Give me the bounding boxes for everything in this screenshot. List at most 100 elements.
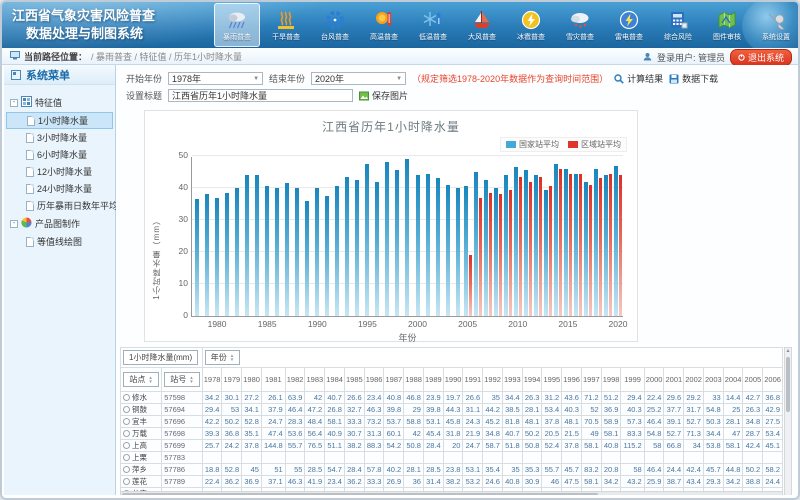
tree-group-0[interactable]: -特征值 <box>6 93 113 112</box>
chart-title-input[interactable] <box>168 89 353 102</box>
start-year-select[interactable]: 1978年▼ <box>168 72 263 85</box>
scroll-up-arrow[interactable]: ▲ <box>785 348 791 355</box>
vertical-scrollbar[interactable]: ▲ <box>784 347 792 495</box>
year-column-header[interactable]: 2005 <box>743 368 763 392</box>
year-column-header[interactable]: 1985 <box>344 368 364 392</box>
year-column-header[interactable]: 1988 <box>404 368 424 392</box>
logout-button[interactable]: 退出系统 <box>730 49 792 66</box>
bar-national <box>375 182 379 316</box>
station-radio[interactable] <box>123 466 130 473</box>
bar-regional <box>559 169 562 316</box>
sidebar-item-12小时降水量[interactable]: 12小时降水量 <box>6 163 113 180</box>
year-column-header[interactable]: 1987 <box>384 368 404 392</box>
nav-item-snow[interactable]: 雪灾普查 <box>557 3 603 47</box>
year-column-header[interactable]: 2002 <box>684 368 704 392</box>
year-column-header[interactable]: 2000 <box>644 368 664 392</box>
nav-item-drought[interactable]: 干旱普查 <box>263 3 309 47</box>
year-column-header[interactable]: 1984 <box>325 368 345 392</box>
year-column-header[interactable]: 1999 <box>621 368 644 392</box>
end-year-select[interactable]: 2020年▼ <box>311 72 406 85</box>
horizontal-scrollbar-thumb[interactable] <box>122 493 598 495</box>
year-column-header[interactable]: 1986 <box>364 368 384 392</box>
station-radio[interactable] <box>123 442 130 449</box>
year-column-header[interactable]: 1990 <box>443 368 463 392</box>
value-cell: 34.8 <box>743 416 763 428</box>
value-cell: 34 <box>684 440 704 452</box>
nav-item-rain-cloud[interactable]: 暴雨普查 <box>214 3 260 47</box>
bar-national <box>436 178 440 316</box>
value-cell: 31.7 <box>684 404 704 416</box>
year-column-header[interactable]: 1994 <box>522 368 542 392</box>
station-id-sort-button[interactable]: 站号 ▲▼ <box>164 372 199 387</box>
nav-item-settings[interactable]: 系统设置 <box>753 3 798 47</box>
year-column-header[interactable]: 1991 <box>463 368 483 392</box>
year-column-header[interactable]: 2004 <box>723 368 743 392</box>
sidebar-item-3小时降水量[interactable]: 3小时降水量 <box>6 129 113 146</box>
nav-item-map-review[interactable]: 图件审核 <box>704 3 750 47</box>
station-radio[interactable] <box>123 478 130 485</box>
bar-group-1987 <box>282 157 292 316</box>
nav-item-hail[interactable]: 冰雹普查 <box>508 3 554 47</box>
station-sort-button[interactable]: 站点 ▲▼ <box>123 372 158 387</box>
year-column-header[interactable]: 1992 <box>483 368 503 392</box>
sidebar-item-历年暴雨日数年平均雨量[interactable]: 历年暴雨日数年平均雨量 <box>6 197 113 214</box>
table-row: 上栗57783 <box>121 452 783 464</box>
year-sort-button[interactable]: 年份 ▲▼ <box>205 350 240 365</box>
station-radio[interactable] <box>123 406 130 413</box>
nav-item-wind[interactable]: 大风普查 <box>459 3 505 47</box>
sidebar: 系统菜单 -特征值1小时降水量3小时降水量6小时降水量12小时降水量24小时降水… <box>4 65 116 495</box>
nav-item-high-temp[interactable]: 高温普查 <box>361 3 407 47</box>
nav-item-low-temp[interactable]: 低温普查 <box>410 3 456 47</box>
bar-group-1983 <box>242 157 252 316</box>
year-column-header[interactable]: 1981 <box>261 368 285 392</box>
year-column-header[interactable]: 1998 <box>601 368 621 392</box>
nav-item-typhoon[interactable]: 台风普查 <box>312 3 358 47</box>
nav-item-lightning[interactable]: 雷电普查 <box>606 3 652 47</box>
year-column-header[interactable]: 1995 <box>542 368 562 392</box>
year-column-header[interactable]: 2003 <box>703 368 723 392</box>
sidebar-item-1小时降水量[interactable]: 1小时降水量 <box>6 112 113 129</box>
tree-group-1[interactable]: -产品图制作 <box>6 214 113 233</box>
station-radio[interactable] <box>123 430 130 437</box>
year-column-header[interactable]: 1978 <box>202 368 222 392</box>
station-radio[interactable] <box>123 418 130 425</box>
value-cell: 45.2 <box>483 416 503 428</box>
breadcrumb-prefix: 当前路径位置： <box>24 50 87 63</box>
year-column-header[interactable]: 1996 <box>562 368 582 392</box>
year-column-header[interactable]: 1980 <box>242 368 262 392</box>
compute-button[interactable]: 计算结果 <box>614 72 663 85</box>
year-column-header[interactable]: 1989 <box>423 368 443 392</box>
year-column-header[interactable]: 2006 <box>763 368 783 392</box>
year-column-header[interactable]: 1979 <box>222 368 242 392</box>
horizontal-scrollbar[interactable] <box>120 491 783 495</box>
bar-national <box>215 198 219 316</box>
value-cell: 44.2 <box>483 404 503 416</box>
year-column-header[interactable]: 1982 <box>285 368 305 392</box>
year-column-header[interactable]: 1997 <box>581 368 601 392</box>
value-cell: 58.1 <box>601 428 621 440</box>
x-tick: 1990 <box>308 319 327 329</box>
value-cell: 50.2 <box>522 428 542 440</box>
table-row: 上高5769925.724.237.8144.855.776.551.138.2… <box>121 440 783 452</box>
station-id-cell: 57598 <box>162 392 202 404</box>
year-column-header[interactable]: 1993 <box>502 368 522 392</box>
unit-selector[interactable]: 1小时降水量(mm) <box>123 350 198 365</box>
station-radio[interactable] <box>123 454 130 461</box>
y-axis-label: 1小时降水量（mm） <box>151 216 162 300</box>
year-column-header[interactable]: 2001 <box>664 368 684 392</box>
nav-item-risk-calc[interactable]: 综合风险 <box>655 3 701 47</box>
year-column-header[interactable]: 1983 <box>305 368 325 392</box>
download-button[interactable]: 数据下载 <box>669 72 718 85</box>
station-radio[interactable] <box>123 394 130 401</box>
value-cell: 57.8 <box>364 464 384 476</box>
vertical-scrollbar-thumb[interactable] <box>786 357 790 412</box>
value-cell: 53.1 <box>423 416 443 428</box>
tree-toggle-icon[interactable]: - <box>10 220 18 228</box>
save-image-button[interactable]: 保存图片 <box>359 89 408 102</box>
sidebar-item-6小时降水量[interactable]: 6小时降水量 <box>6 146 113 163</box>
sidebar-item-等值线绘图[interactable]: 等值线绘图 <box>6 233 113 250</box>
value-cell: 30.1 <box>222 392 242 404</box>
tree-toggle-icon[interactable]: - <box>10 99 18 107</box>
sidebar-item-24小时降水量[interactable]: 24小时降水量 <box>6 180 113 197</box>
bar-regional <box>609 174 612 316</box>
